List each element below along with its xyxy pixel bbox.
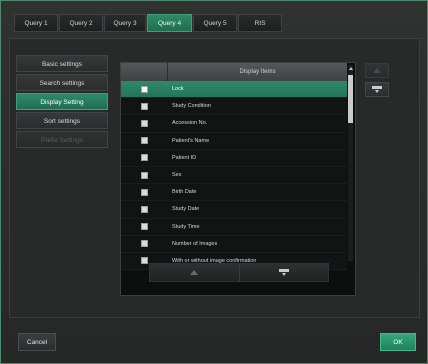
list-item-checkbox-cell — [121, 240, 167, 248]
list-item-checkbox-cell — [121, 85, 167, 93]
list-item[interactable]: Sex — [121, 166, 347, 185]
card-down-icon — [278, 269, 289, 276]
list-item-checkbox-cell — [121, 205, 167, 213]
list-item[interactable]: Study Condition — [121, 98, 347, 116]
item-checkbox[interactable] — [140, 188, 148, 196]
nav-sort-settings[interactable]: Sort settings — [16, 112, 108, 129]
list-item[interactable]: Study Time — [121, 218, 347, 236]
query-tabs: Query 1 Query 2 Query 3 Query 4 Query 5 … — [14, 14, 283, 32]
card-down-icon — [372, 86, 382, 93]
item-checkbox[interactable] — [140, 171, 148, 179]
list-item-label: Patient ID — [172, 154, 197, 161]
list-item-label: Study Time — [172, 223, 200, 230]
nav-basic-settings[interactable]: Basic settings — [16, 55, 108, 72]
list-scrollbar[interactable] — [348, 65, 353, 261]
item-checkbox[interactable] — [140, 85, 148, 93]
list-header-label: Display Items — [239, 69, 276, 75]
list-item-label: Lock — [172, 86, 184, 93]
tab-query-3[interactable]: Query 3 — [104, 14, 146, 32]
side-up-button[interactable] — [365, 63, 389, 78]
list-item-label: Accession No. — [172, 120, 208, 127]
list-item-checkbox-cell — [121, 154, 167, 162]
list-item-checkbox-cell — [121, 188, 167, 196]
item-checkbox[interactable] — [140, 223, 148, 231]
nav-display-setting[interactable]: Display Setting — [16, 93, 108, 110]
tab-query-5[interactable]: Query 5 — [193, 14, 237, 32]
item-checkbox[interactable] — [140, 137, 148, 145]
move-down-button[interactable] — [238, 264, 329, 281]
list-rows: Lock Study Condition Accession No. Patient'… — [121, 81, 347, 271]
move-up-button[interactable] — [150, 264, 239, 281]
item-checkbox[interactable] — [140, 154, 148, 162]
tab-query-4[interactable]: Query 4 — [147, 14, 192, 32]
list-toolbar — [149, 263, 329, 282]
list-item-checkbox-cell — [121, 137, 167, 145]
list-item-label: Patient's Name — [172, 137, 210, 144]
list-item[interactable]: Patient's Name — [121, 132, 347, 150]
list-item-checkbox-cell — [121, 223, 167, 231]
list-item[interactable]: Number of Images — [121, 235, 347, 253]
tab-query-1[interactable]: Query 1 — [14, 14, 58, 32]
triangle-up-icon — [373, 68, 381, 73]
tab-query-2[interactable]: Query 2 — [59, 14, 103, 32]
triangle-up-icon — [190, 270, 199, 275]
list-item[interactable]: Study Date — [121, 201, 347, 219]
list-item[interactable]: Birth Date — [121, 184, 347, 202]
item-checkbox[interactable] — [140, 119, 148, 127]
list-item-checkbox-cell — [121, 119, 167, 127]
list-header-check-column — [121, 63, 168, 81]
list-item-label: Study Condition — [172, 103, 211, 110]
list-item[interactable]: Patient ID — [121, 149, 347, 167]
list-item-checkbox-cell — [121, 102, 167, 110]
display-items-list: Display Items Lock Study Condition Accessi… — [120, 62, 356, 296]
list-item[interactable]: Lock — [121, 81, 347, 99]
list-item-label: Number of Images — [172, 240, 218, 247]
tab-ris[interactable]: RIS — [238, 14, 282, 32]
settings-nav: Basic settings Search settings Display S… — [16, 55, 108, 150]
list-item-label: Study Date — [172, 206, 200, 213]
list-item-label: Birth Date — [172, 189, 197, 196]
list-item-label: Sex — [172, 172, 182, 179]
scroll-thumb[interactable] — [348, 75, 353, 123]
nav-search-settings[interactable]: Search settings — [16, 74, 108, 91]
ok-button[interactable]: OK — [380, 333, 416, 351]
list-item-checkbox-cell — [121, 171, 167, 179]
item-checkbox[interactable] — [140, 102, 148, 110]
nav-prefix-settings: Prefix Settings — [16, 131, 108, 148]
item-checkbox[interactable] — [140, 257, 148, 265]
scroll-up-arrow-icon[interactable] — [349, 67, 353, 70]
side-down-button[interactable] — [365, 82, 389, 97]
item-checkbox[interactable] — [140, 205, 148, 213]
list-item[interactable]: Accession No. — [121, 115, 347, 133]
list-header: Display Items — [121, 63, 347, 81]
cancel-button[interactable]: Cancel — [18, 333, 56, 351]
item-checkbox[interactable] — [140, 240, 148, 248]
